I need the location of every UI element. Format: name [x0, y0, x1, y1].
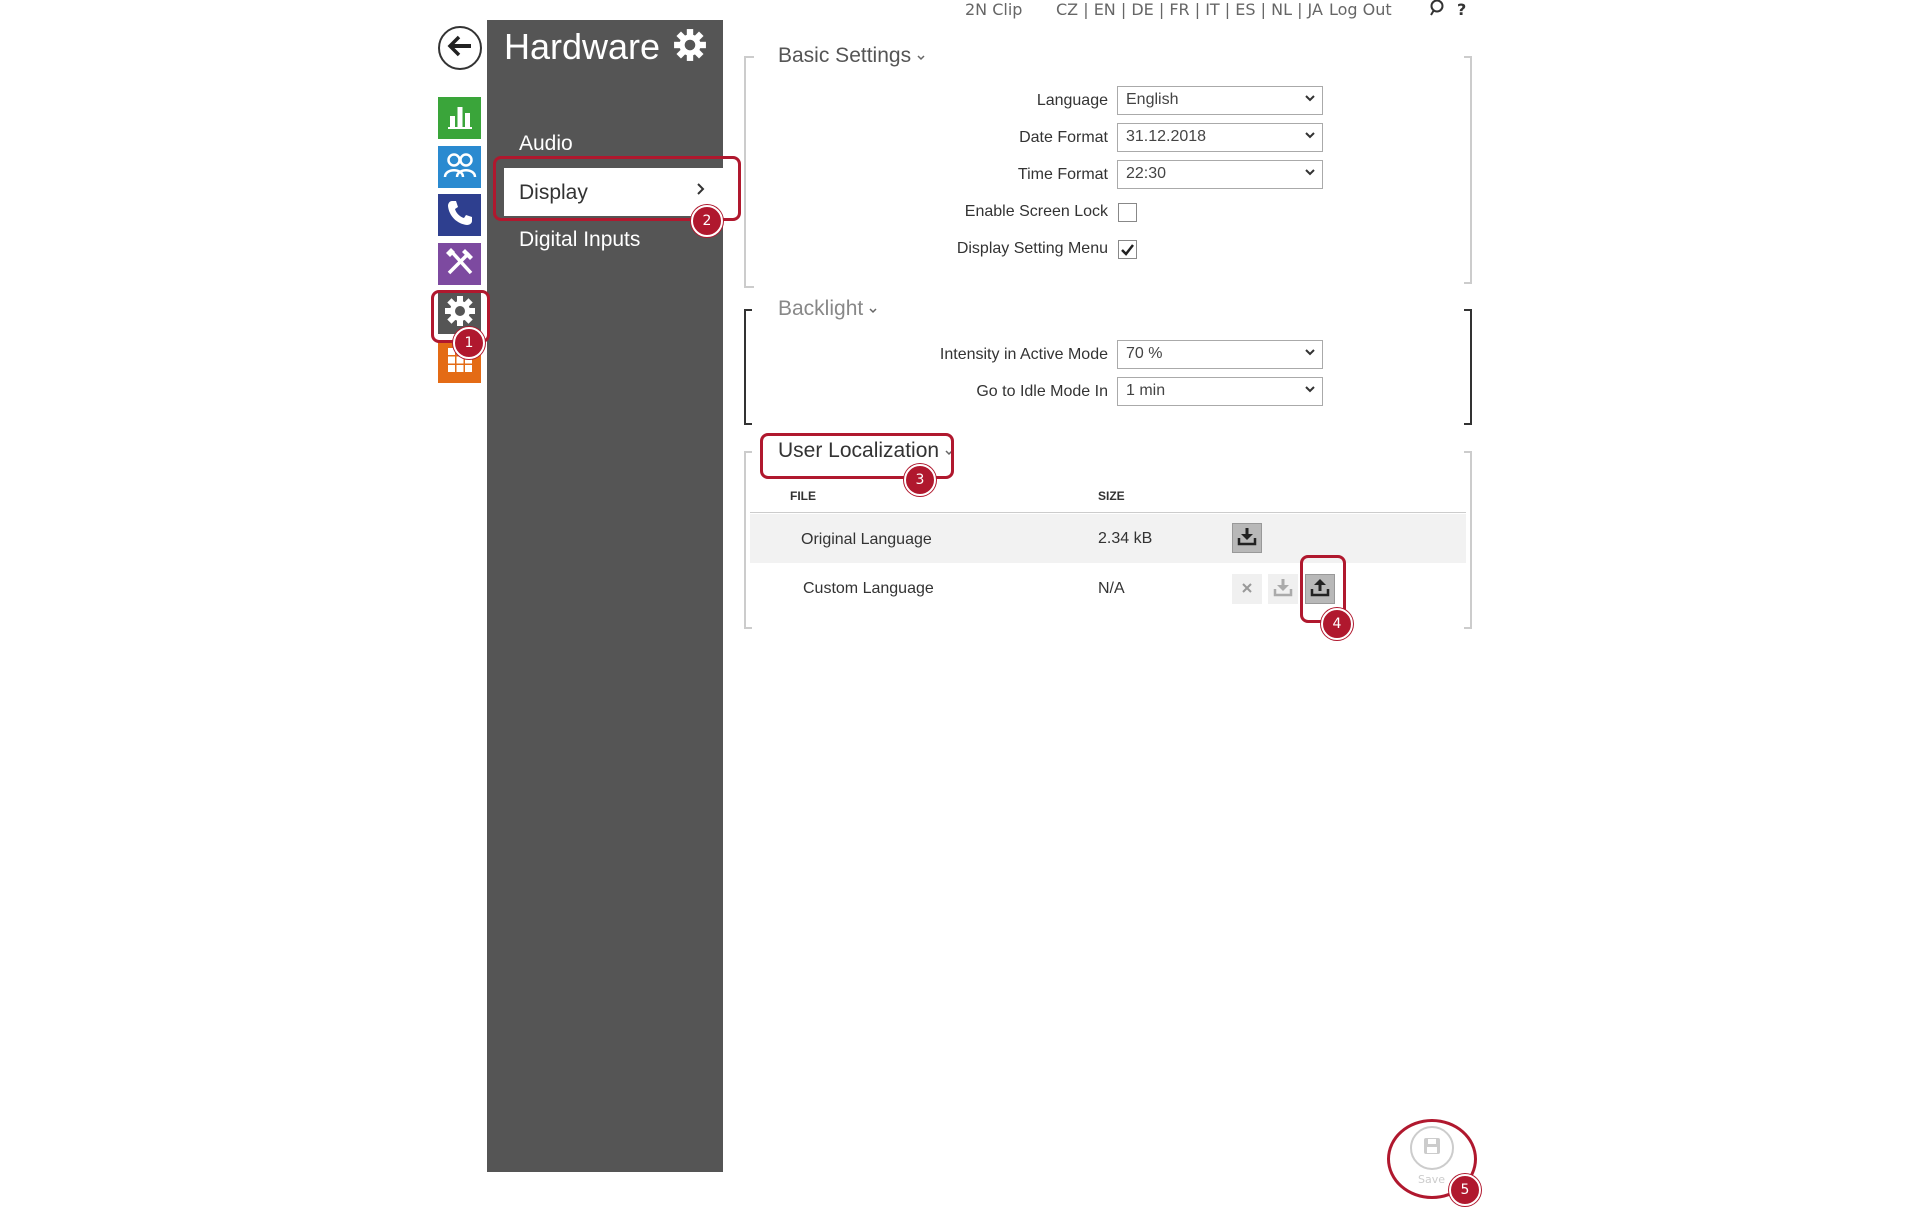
language-switcher[interactable]: CZ | EN | DE | FR | IT | ES | NL | JA	[1056, 0, 1323, 19]
time-format-value: 22:30	[1126, 165, 1167, 182]
col-header-file: FILE	[790, 489, 816, 503]
file-size: N/A	[1098, 580, 1125, 597]
nav-tile-status[interactable]	[438, 97, 481, 139]
intensity-label: Intensity in Active Mode	[939, 346, 1108, 363]
table-divider	[750, 512, 1466, 513]
file-name: Original Language	[801, 531, 932, 548]
sidebar-title: Hardware	[504, 26, 661, 67]
screen-lock-label: Enable Screen Lock	[964, 203, 1108, 220]
search-icon[interactable]	[1429, 0, 1445, 21]
phone-icon	[445, 198, 475, 232]
file-name: Custom Language	[803, 580, 934, 597]
callout-badge-5: 5	[1449, 1174, 1481, 1206]
sidebar-item-digital-inputs[interactable]: Digital Inputs	[519, 228, 640, 252]
intensity-select[interactable]: 70 %	[1117, 340, 1323, 369]
download-original-button[interactable]	[1232, 523, 1262, 553]
chevron-down-icon	[1304, 383, 1316, 397]
users-icon	[443, 150, 477, 184]
download-icon	[1272, 577, 1294, 601]
callout-badge-4: 4	[1321, 608, 1353, 640]
chevron-down-icon	[868, 304, 878, 318]
device-name: 2N Clip	[965, 0, 1023, 19]
idle-mode-value: 1 min	[1126, 382, 1166, 399]
backlight-title: Backlight	[778, 297, 864, 320]
language-value: English	[1126, 91, 1179, 108]
help-link[interactable]: ?	[1457, 0, 1466, 19]
callout-badge-2: 2	[691, 205, 723, 237]
language-select[interactable]: English	[1117, 86, 1323, 115]
chevron-down-icon	[916, 51, 926, 65]
language-label: Language	[1036, 92, 1108, 109]
basic-settings-bracket-right	[1464, 56, 1472, 284]
logout-link[interactable]: Log Out	[1329, 0, 1392, 19]
delete-custom-button[interactable]	[1232, 574, 1262, 604]
checkmark-icon	[1119, 243, 1136, 262]
setting-menu-checkbox[interactable]	[1118, 240, 1137, 259]
nav-tile-services[interactable]	[438, 243, 481, 285]
time-format-select[interactable]: 22:30	[1117, 160, 1323, 189]
nav-tile-calls[interactable]	[438, 194, 481, 236]
settings-gear-icon[interactable]	[673, 28, 707, 66]
download-icon	[1236, 526, 1258, 550]
idle-mode-label: Go to Idle Mode In	[976, 383, 1108, 400]
callout-badge-1: 1	[453, 327, 485, 359]
back-arrow-icon	[447, 35, 473, 61]
sidebar-item-audio[interactable]: Audio	[519, 132, 573, 156]
date-format-select[interactable]: 31.12.2018	[1117, 123, 1323, 152]
screen-lock-checkbox[interactable]	[1118, 203, 1137, 222]
time-format-label: Time Format	[1017, 166, 1108, 183]
basic-settings-bracket-left	[744, 56, 754, 288]
chevron-down-icon	[1304, 129, 1316, 143]
chevron-down-icon	[1304, 166, 1316, 180]
chevron-down-icon	[1304, 346, 1316, 360]
basic-settings-header[interactable]: Basic Settings	[770, 44, 935, 68]
file-size: 2.34 kB	[1098, 530, 1153, 547]
backlight-header[interactable]: Backlight	[770, 297, 887, 321]
basic-settings-title: Basic Settings	[778, 44, 912, 67]
back-button[interactable]	[438, 26, 482, 70]
callout-badge-3: 3	[904, 464, 936, 496]
idle-mode-select[interactable]: 1 min	[1117, 377, 1323, 406]
backlight-bracket-right	[1464, 309, 1472, 425]
date-format-value: 31.12.2018	[1126, 128, 1207, 145]
close-icon	[1240, 580, 1254, 599]
chevron-down-icon	[1304, 92, 1316, 106]
intensity-value: 70 %	[1126, 345, 1163, 362]
backlight-bracket-left	[744, 309, 752, 425]
tools-icon	[443, 245, 477, 283]
setting-menu-label: Display Setting Menu	[956, 240, 1108, 257]
col-header-size: SIZE	[1098, 489, 1125, 503]
bar-chart-icon	[446, 102, 474, 134]
nav-tile-directory[interactable]	[438, 146, 481, 188]
download-custom-button[interactable]	[1268, 574, 1298, 604]
date-format-label: Date Format	[1019, 129, 1108, 146]
